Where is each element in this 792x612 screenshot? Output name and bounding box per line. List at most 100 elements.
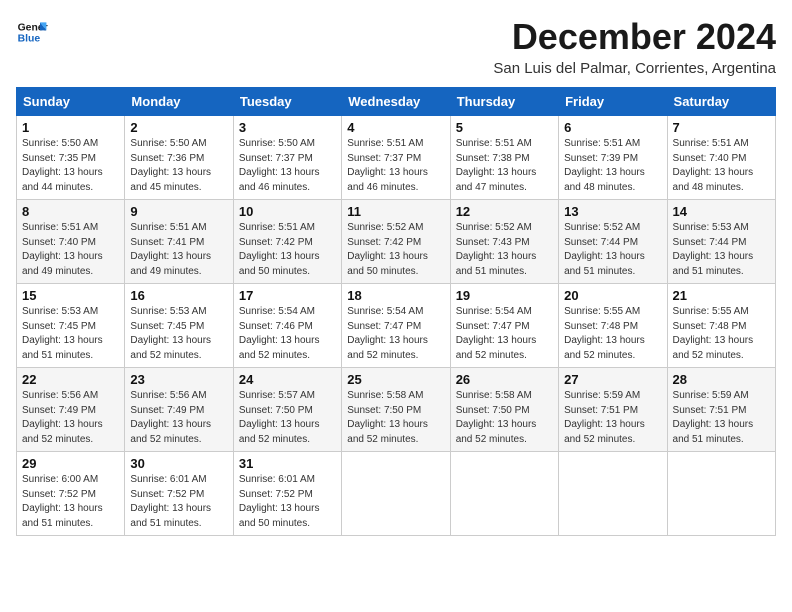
day-cell-3: 3Sunrise: 5:50 AMSunset: 7:37 PMDaylight… bbox=[233, 116, 341, 200]
day-number: 11 bbox=[347, 204, 444, 219]
day-info: Sunrise: 5:51 AMSunset: 7:37 PMDaylight:… bbox=[347, 137, 444, 195]
day-cell-18: 18Sunrise: 5:54 AMSunset: 7:47 PMDayligh… bbox=[342, 284, 450, 368]
daylight-text: Daylight: 13 hours and 49 minutes. bbox=[130, 251, 211, 277]
daylight-text: Daylight: 13 hours and 52 minutes. bbox=[239, 419, 320, 445]
sunset-text: Sunset: 7:47 PM bbox=[456, 321, 530, 332]
day-cell-9: 9 Sunrise: 5:51 AM Sunset: 7:41 PM Daylight… bbox=[125, 200, 233, 284]
sunrise-text: Sunrise: 5:54 AM bbox=[347, 306, 423, 317]
day-cell-30: 30Sunrise: 6:01 AMSunset: 7:52 PMDayligh… bbox=[125, 452, 233, 536]
sunrise-text: Sunrise: 5:50 AM bbox=[22, 138, 98, 149]
day-number: 12 bbox=[456, 204, 553, 219]
day-number: 21 bbox=[673, 288, 770, 303]
daylight-text: Daylight: 13 hours and 52 minutes. bbox=[347, 419, 428, 445]
day-cell-24: 24 Sunrise: 5:57 AMSunset: 7:50 PMDayligh… bbox=[233, 368, 341, 452]
day-cell-17: 17Sunrise: 5:54 AMSunset: 7:46 PMDayligh… bbox=[233, 284, 341, 368]
day-cell-12: 12Sunrise: 5:52 AMSunset: 7:43 PMDayligh… bbox=[450, 200, 558, 284]
daylight-text: Daylight: 13 hours and 51 minutes. bbox=[673, 251, 754, 277]
sunrise-text: Sunrise: 5:59 AM bbox=[564, 390, 640, 401]
day-info: Sunrise: 6:00 AMSunset: 7:52 PMDaylight:… bbox=[22, 473, 119, 531]
calendar-row-4: 22 Sunrise: 5:56 AMSunset: 7:49 PMDayligh… bbox=[17, 368, 776, 452]
sunrise-text: Sunrise: 5:58 AM bbox=[456, 390, 532, 401]
sunset-text: Sunset: 7:45 PM bbox=[130, 321, 204, 332]
empty-cell bbox=[342, 452, 450, 536]
day-info: Sunrise: 6:01 AMSunset: 7:52 PMDaylight:… bbox=[130, 473, 227, 531]
empty-cell bbox=[667, 452, 775, 536]
day-number: 19 bbox=[456, 288, 553, 303]
day-cell-21: 21Sunrise: 5:55 AMSunset: 7:48 PMDayligh… bbox=[667, 284, 775, 368]
day-cell-22: 22Sunrise: 5:56 AMSunset: 7:49 PMDayligh… bbox=[17, 368, 125, 452]
sunset-text: Sunset: 7:45 PM bbox=[22, 321, 96, 332]
day-number: 24 bbox=[239, 372, 336, 387]
day-number: 9 bbox=[130, 204, 227, 219]
daylight-text: Daylight: 13 hours and 52 minutes. bbox=[130, 419, 211, 445]
title-block: December 2024 San Luis del Palmar, Corri… bbox=[493, 16, 776, 77]
daylight-text: Daylight: 13 hours and 52 minutes. bbox=[564, 335, 645, 361]
daylight-text: Daylight: 13 hours and 51 minutes. bbox=[22, 503, 103, 529]
sunrise-text: Sunrise: 5:51 AM bbox=[456, 138, 532, 149]
day-number: 10 bbox=[239, 204, 336, 219]
sunrise-text: Sunrise: 5:51 AM bbox=[22, 222, 98, 233]
day-info: Sunrise: 5:53 AMSunset: 7:45 PMDaylight:… bbox=[130, 305, 227, 363]
sunset-text: Sunset: 7:35 PM bbox=[22, 153, 96, 164]
daylight-text: Daylight: 13 hours and 46 minutes. bbox=[239, 167, 320, 193]
day-number: 2 bbox=[130, 120, 227, 135]
day-number: 26 bbox=[456, 372, 553, 387]
day-info: Sunrise: 5:56 AMSunset: 7:49 PMDaylight:… bbox=[130, 389, 227, 447]
header-friday: Friday bbox=[559, 88, 667, 116]
sunset-text: Sunset: 7:52 PM bbox=[130, 489, 204, 500]
day-info: Sunrise: 5:51 AM Sunset: 7:41 PM Daylight:… bbox=[130, 221, 227, 279]
day-info: Sunrise: 5:58 AMSunset: 7:50 PMDaylight:… bbox=[456, 389, 553, 447]
day-cell-26: 26 Sunrise: 5:58 AMSunset: 7:50 PMDayligh… bbox=[450, 368, 558, 452]
daylight-text: Daylight: 13 hours and 46 minutes. bbox=[347, 167, 428, 193]
day-cell-10: 10 Sunrise: 5:51 AMSunset: 7:42 PMDayligh… bbox=[233, 200, 341, 284]
sunset-text: Sunset: 7:36 PM bbox=[130, 153, 204, 164]
logo: General Blue bbox=[16, 16, 48, 48]
day-info: Sunrise: 5:51 AMSunset: 7:42 PMDaylight:… bbox=[239, 221, 336, 279]
day-number: 5 bbox=[456, 120, 553, 135]
sunset-text: Sunset: 7:51 PM bbox=[673, 405, 747, 416]
daylight-text: Daylight: 13 hours and 51 minutes. bbox=[564, 251, 645, 277]
sunset-text: Sunset: 7:49 PM bbox=[22, 405, 96, 416]
daylight-text: Daylight: 13 hours and 52 minutes. bbox=[347, 335, 428, 361]
calendar-subtitle: San Luis del Palmar, Corrientes, Argenti… bbox=[493, 60, 776, 77]
daylight-text: Daylight: 13 hours and 52 minutes. bbox=[22, 419, 103, 445]
day-number: 3 bbox=[239, 120, 336, 135]
header-saturday: Saturday bbox=[667, 88, 775, 116]
header-monday: Monday bbox=[125, 88, 233, 116]
day-info: Sunrise: 5:54 AMSunset: 7:47 PMDaylight:… bbox=[456, 305, 553, 363]
day-info: Sunrise: 5:59 AMSunset: 7:51 PMDaylight:… bbox=[673, 389, 770, 447]
sunset-text: Sunset: 7:40 PM bbox=[22, 237, 96, 248]
day-info: Sunrise: 5:53 AMSunset: 7:45 PMDaylight:… bbox=[22, 305, 119, 363]
day-info: Sunrise: 5:54 AMSunset: 7:46 PMDaylight:… bbox=[239, 305, 336, 363]
daylight-text: Daylight: 13 hours and 44 minutes. bbox=[22, 167, 103, 193]
day-cell-16: 16Sunrise: 5:53 AMSunset: 7:45 PMDayligh… bbox=[125, 284, 233, 368]
sunrise-text: Sunrise: 5:51 AM bbox=[673, 138, 749, 149]
day-number: 15 bbox=[22, 288, 119, 303]
sunrise-text: Sunrise: 5:52 AM bbox=[456, 222, 532, 233]
day-info: Sunrise: 5:57 AMSunset: 7:50 PMDaylight:… bbox=[239, 389, 336, 447]
day-number: 7 bbox=[673, 120, 770, 135]
sunrise-text: Sunrise: 5:53 AM bbox=[22, 306, 98, 317]
daylight-text: Daylight: 13 hours and 49 minutes. bbox=[22, 251, 103, 277]
header-wednesday: Wednesday bbox=[342, 88, 450, 116]
day-cell-11: 11Sunrise: 5:52 AMSunset: 7:42 PMDayligh… bbox=[342, 200, 450, 284]
daylight-text: Daylight: 13 hours and 52 minutes. bbox=[564, 419, 645, 445]
sunset-text: Sunset: 7:41 PM bbox=[130, 237, 204, 248]
day-cell-6: 6Sunrise: 5:51 AMSunset: 7:39 PMDaylight… bbox=[559, 116, 667, 200]
sunset-text: Sunset: 7:48 PM bbox=[564, 321, 638, 332]
day-cell-8: 8Sunrise: 5:51 AMSunset: 7:40 PMDaylight… bbox=[17, 200, 125, 284]
daylight-text: Daylight: 13 hours and 50 minutes. bbox=[239, 251, 320, 277]
sunrise-text: Sunrise: 5:51 AM bbox=[130, 222, 206, 233]
sunrise-text: Sunrise: 5:52 AM bbox=[564, 222, 640, 233]
day-info: Sunrise: 5:53 AMSunset: 7:44 PMDaylight:… bbox=[673, 221, 770, 279]
day-number: 22 bbox=[22, 372, 119, 387]
daylight-text: Daylight: 13 hours and 50 minutes. bbox=[239, 503, 320, 529]
sunrise-text: Sunrise: 5:52 AM bbox=[347, 222, 423, 233]
day-cell-23: 23 Sunrise: 5:56 AMSunset: 7:49 PMDayligh… bbox=[125, 368, 233, 452]
sunrise-text: Sunrise: 5:59 AM bbox=[673, 390, 749, 401]
daylight-text: Daylight: 13 hours and 51 minutes. bbox=[456, 251, 537, 277]
calendar-row-2: 8Sunrise: 5:51 AMSunset: 7:40 PMDaylight… bbox=[17, 200, 776, 284]
day-cell-1: 1Sunrise: 5:50 AMSunset: 7:35 PMDaylight… bbox=[17, 116, 125, 200]
day-info: Sunrise: 6:01 AMSunset: 7:52 PMDaylight:… bbox=[239, 473, 336, 531]
day-number: 23 bbox=[130, 372, 227, 387]
